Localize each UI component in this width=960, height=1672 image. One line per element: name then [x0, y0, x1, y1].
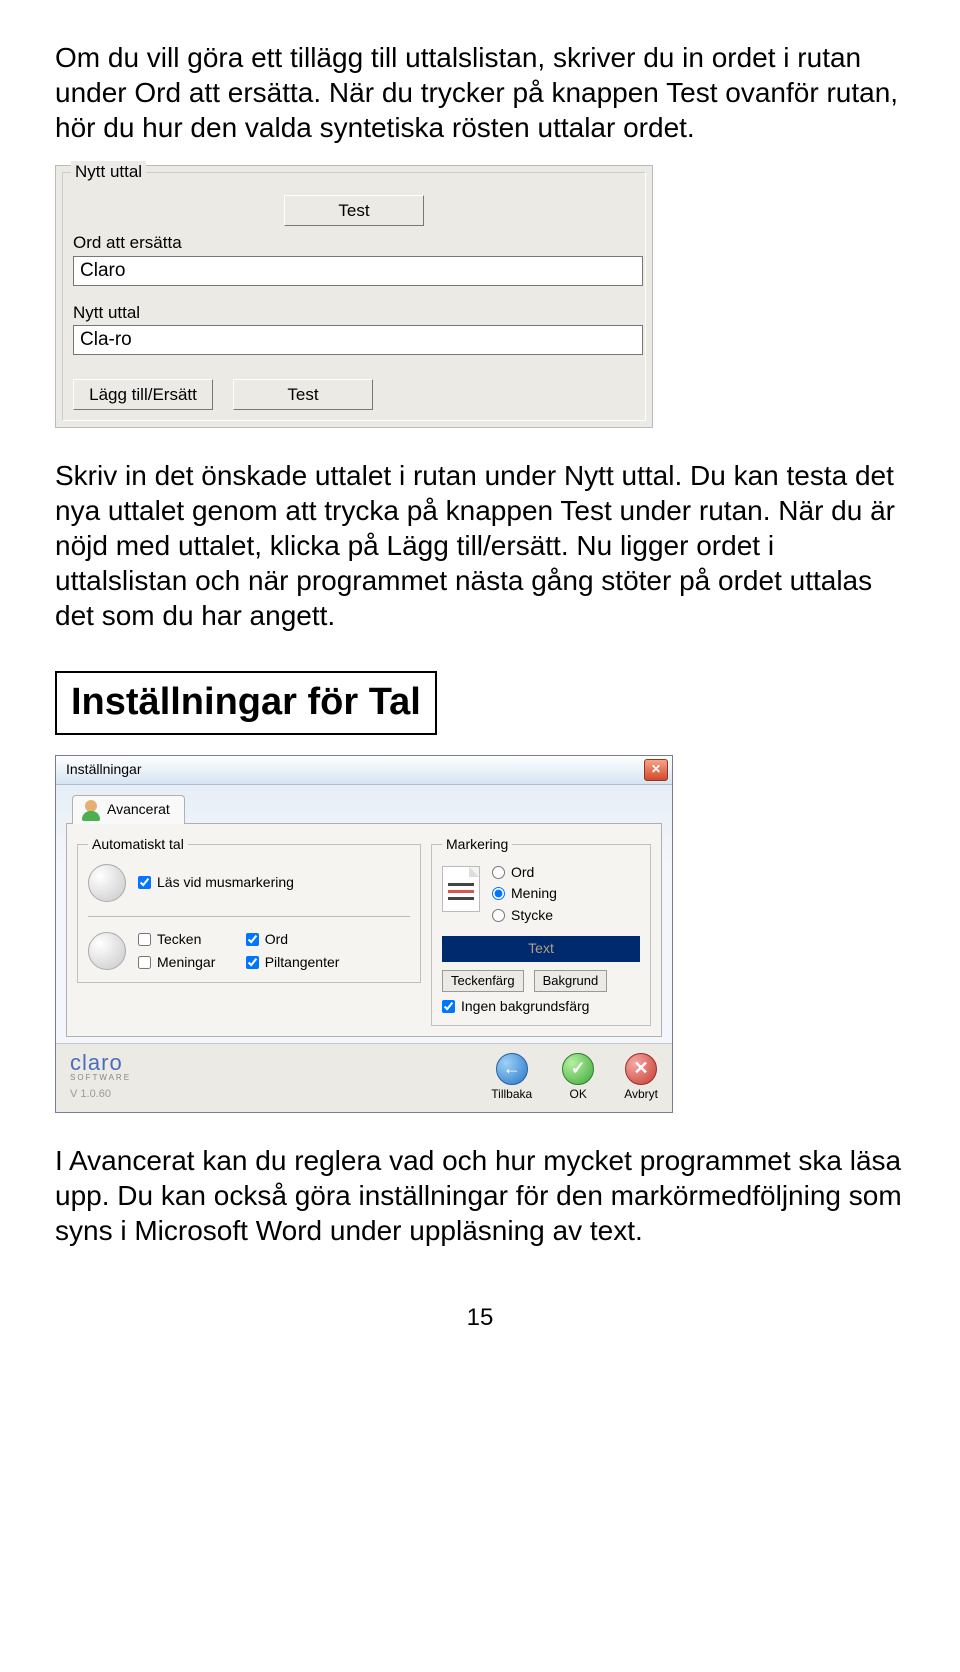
check-icon: ✓ [562, 1053, 594, 1085]
tab-avancerat[interactable]: Avancerat [72, 795, 185, 824]
checkbox-ord[interactable]: Ord [246, 931, 340, 949]
label-nytt-uttal: Nytt uttal [73, 302, 635, 323]
document-icon [442, 866, 480, 912]
input-ord-att-ersatta[interactable] [73, 256, 643, 286]
window-title: Inställningar [66, 761, 644, 779]
button-bakgrund[interactable]: Bakgrund [534, 970, 608, 992]
checkbox-ingen-bakgrundsfarg[interactable]: Ingen bakgrundsfärg [442, 998, 640, 1016]
radio-mening[interactable]: Mening [492, 885, 557, 903]
page-number: 15 [55, 1303, 905, 1333]
close-icon[interactable]: ✕ [644, 759, 668, 781]
claro-logo: claro SOFTWARE [70, 1052, 131, 1082]
button-teckenfarg[interactable]: Teckenfärg [442, 970, 524, 992]
text-color-sample: Text [442, 936, 640, 962]
group-automatiskt-tal: Automatiskt tal Läs vid musmarkering [77, 836, 421, 983]
screenshot-installningar: Inställningar ✕ Avancerat Automatiskt ta… [55, 755, 673, 1114]
group-legend: Nytt uttal [71, 161, 146, 182]
test-button-bottom[interactable]: Test [233, 379, 373, 410]
version-label: V 1.0.60 [70, 1088, 131, 1102]
screenshot-nytt-uttal: Nytt uttal Test Ord att ersätta Nytt utt… [55, 165, 653, 428]
button-ok[interactable]: ✓ OK [562, 1053, 594, 1102]
section-heading: Inställningar för Tal [55, 671, 437, 735]
button-tillbaka[interactable]: ← Tillbaka [491, 1053, 532, 1102]
group-mark-legend: Markering [442, 836, 512, 854]
person-icon [81, 800, 101, 820]
test-button-top[interactable]: Test [284, 195, 424, 226]
input-nytt-uttal[interactable] [73, 325, 643, 355]
cancel-icon: ✕ [625, 1053, 657, 1085]
arrow-left-icon: ← [496, 1053, 528, 1085]
paragraph-1: Om du vill göra ett tillägg till uttalsl… [55, 40, 905, 145]
paragraph-2: Skriv in det önskade uttalet i rutan und… [55, 458, 905, 633]
button-avbryt[interactable]: ✕ Avbryt [624, 1053, 658, 1102]
divider [88, 916, 410, 917]
keyboard-icon [88, 932, 126, 970]
radio-ord[interactable]: Ord [492, 864, 557, 882]
group-auto-legend: Automatiskt tal [88, 836, 188, 854]
label-ord-att-ersatta: Ord att ersätta [73, 232, 635, 253]
paragraph-3: I Avancerat kan du reglera vad och hur m… [55, 1143, 905, 1248]
checkbox-input[interactable] [138, 876, 151, 889]
group-markering: Markering Ord Mening Stycke [431, 836, 651, 1026]
radio-stycke[interactable]: Stycke [492, 907, 557, 925]
add-replace-button[interactable]: Lägg till/Ersätt [73, 379, 213, 410]
mouse-icon [88, 864, 126, 902]
checkbox-piltangenter[interactable]: Piltangenter [246, 954, 340, 972]
tab-label: Avancerat [107, 801, 170, 819]
checkbox-tecken[interactable]: Tecken [138, 931, 232, 949]
checkbox-las-vid-musmarkering[interactable]: Läs vid musmarkering [138, 874, 294, 892]
checkbox-meningar[interactable]: Meningar [138, 954, 232, 972]
window-titlebar: Inställningar ✕ [56, 756, 672, 785]
